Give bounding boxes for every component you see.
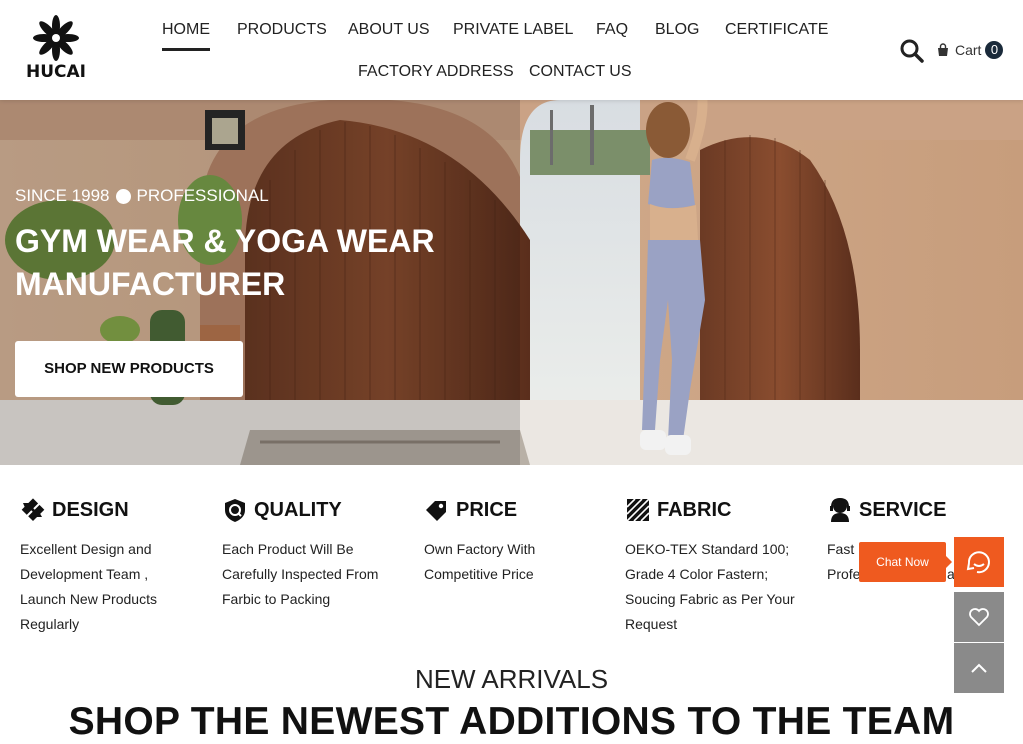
cart-button[interactable]: Cart 0 <box>936 40 1004 60</box>
nav-item-products[interactable]: PRODUCTS <box>237 21 327 39</box>
chevron-up-icon <box>971 663 987 673</box>
feature-line: Grade 4 Color Fastern; <box>625 566 769 582</box>
feature-line: Competitive Price <box>424 566 534 582</box>
quality-icon <box>225 499 245 522</box>
nav-item-blog[interactable]: BLOG <box>655 21 699 39</box>
hero-banner: SINCE 1998 PROFESSIONAL GYM WEAR & YOGA … <box>0 100 1023 465</box>
feature-quality: QUALITY Each Product Will Be Carefully I… <box>222 495 412 612</box>
search-icon[interactable] <box>899 38 925 64</box>
brand-logo[interactable]: HUCAI <box>24 14 88 84</box>
feature-line: OEKO-TEX Standard 100; <box>625 541 790 557</box>
back-to-top-button[interactable] <box>954 643 1004 693</box>
feature-title-service: SERVICE <box>859 498 947 521</box>
feature-title-price: PRICE <box>456 498 518 521</box>
new-arrivals-subtitle: NEW ARRIVALS <box>414 664 609 694</box>
feature-line: Development Team , <box>20 566 149 582</box>
feature-title-fabric: FABRIC <box>657 498 732 521</box>
site-header: HUCAI HOME PRODUCTS ABOUT US PRIVATE LAB… <box>0 0 1023 100</box>
feature-title-quality: QUALITY <box>254 498 342 521</box>
feature-line: Soucing Fabric as Per Your <box>625 591 795 607</box>
feature-design: DESIGN Excellent Design and Development … <box>20 495 210 637</box>
hero-tag-since: SINCE 1998 <box>15 186 110 205</box>
headset-chat-icon <box>966 551 990 574</box>
nav-item-private-label[interactable]: PRIVATE LABEL <box>453 21 573 39</box>
nav-item-factory-address[interactable]: FACTORY ADDRESS <box>358 63 514 81</box>
service-icon <box>830 497 850 522</box>
feature-text-fabric: OEKO-TEX Standard 100; Grade 4 Color Fas… <box>625 537 815 637</box>
nav-item-faq[interactable]: FAQ <box>596 21 628 39</box>
bullet-dot-icon <box>115 188 131 204</box>
design-icon <box>21 498 45 522</box>
feature-title-design: DESIGN <box>52 498 129 521</box>
price-tag-icon <box>426 501 446 521</box>
hero-tagline: SINCE 1998 PROFESSIONAL <box>15 186 269 206</box>
feature-text-price: Own Factory With Competitive Price <box>424 537 614 587</box>
logo-text: HUCAI <box>26 62 86 82</box>
cart-count-badge: 0 <box>985 41 1004 59</box>
feature-price: PRICE Own Factory With Competitive Price <box>424 495 614 587</box>
feature-line: Regularly <box>20 616 80 632</box>
chat-support-button[interactable] <box>954 537 1004 587</box>
fabric-icon <box>626 498 650 522</box>
heart-icon <box>969 608 989 627</box>
feature-line: Request <box>625 616 678 632</box>
nav-item-contact-us[interactable]: CONTACT US <box>529 63 632 81</box>
feature-text-design: Excellent Design and Development Team , … <box>20 537 210 637</box>
cart-label: Cart <box>955 42 982 58</box>
hero-tag-professional: PROFESSIONAL <box>136 186 269 205</box>
feature-fabric: FABRIC OEKO-TEX Standard 100; Grade 4 Co… <box>625 495 815 637</box>
feature-line: Farbic to Packing <box>222 591 331 607</box>
feature-line: Excellent Design and <box>20 541 152 557</box>
new-arrivals-title: SHOP THE NEWEST ADDITIONS TO THE TEAM <box>68 700 955 743</box>
feature-line: Carefully Inspected From <box>222 566 379 582</box>
feature-line: Launch New Products <box>20 591 157 607</box>
hero-title-line1: GYM WEAR & YOGA WEAR <box>15 223 435 259</box>
hero-title-line2: MANUFACTURER <box>15 266 286 302</box>
chat-now-bubble[interactable]: Chat Now <box>859 542 952 582</box>
shop-new-products-button[interactable]: SHOP NEW PRODUCTS <box>15 341 243 397</box>
wishlist-button[interactable] <box>954 592 1004 642</box>
nav-item-about-us[interactable]: ABOUT US <box>348 21 430 39</box>
shopping-bag-icon <box>938 43 948 56</box>
hero-title: GYM WEAR & YOGA WEAR MANUFACTURER <box>15 220 535 306</box>
flower-logo-icon <box>33 15 79 61</box>
nav-item-certificate[interactable]: CERTIFICATE <box>725 21 828 39</box>
nav-item-home[interactable]: HOME <box>162 21 210 51</box>
feature-text-quality: Each Product Will Be Carefully Inspected… <box>222 537 412 612</box>
feature-line: Own Factory With <box>424 541 536 557</box>
feature-line: Each Product Will Be <box>222 541 354 557</box>
